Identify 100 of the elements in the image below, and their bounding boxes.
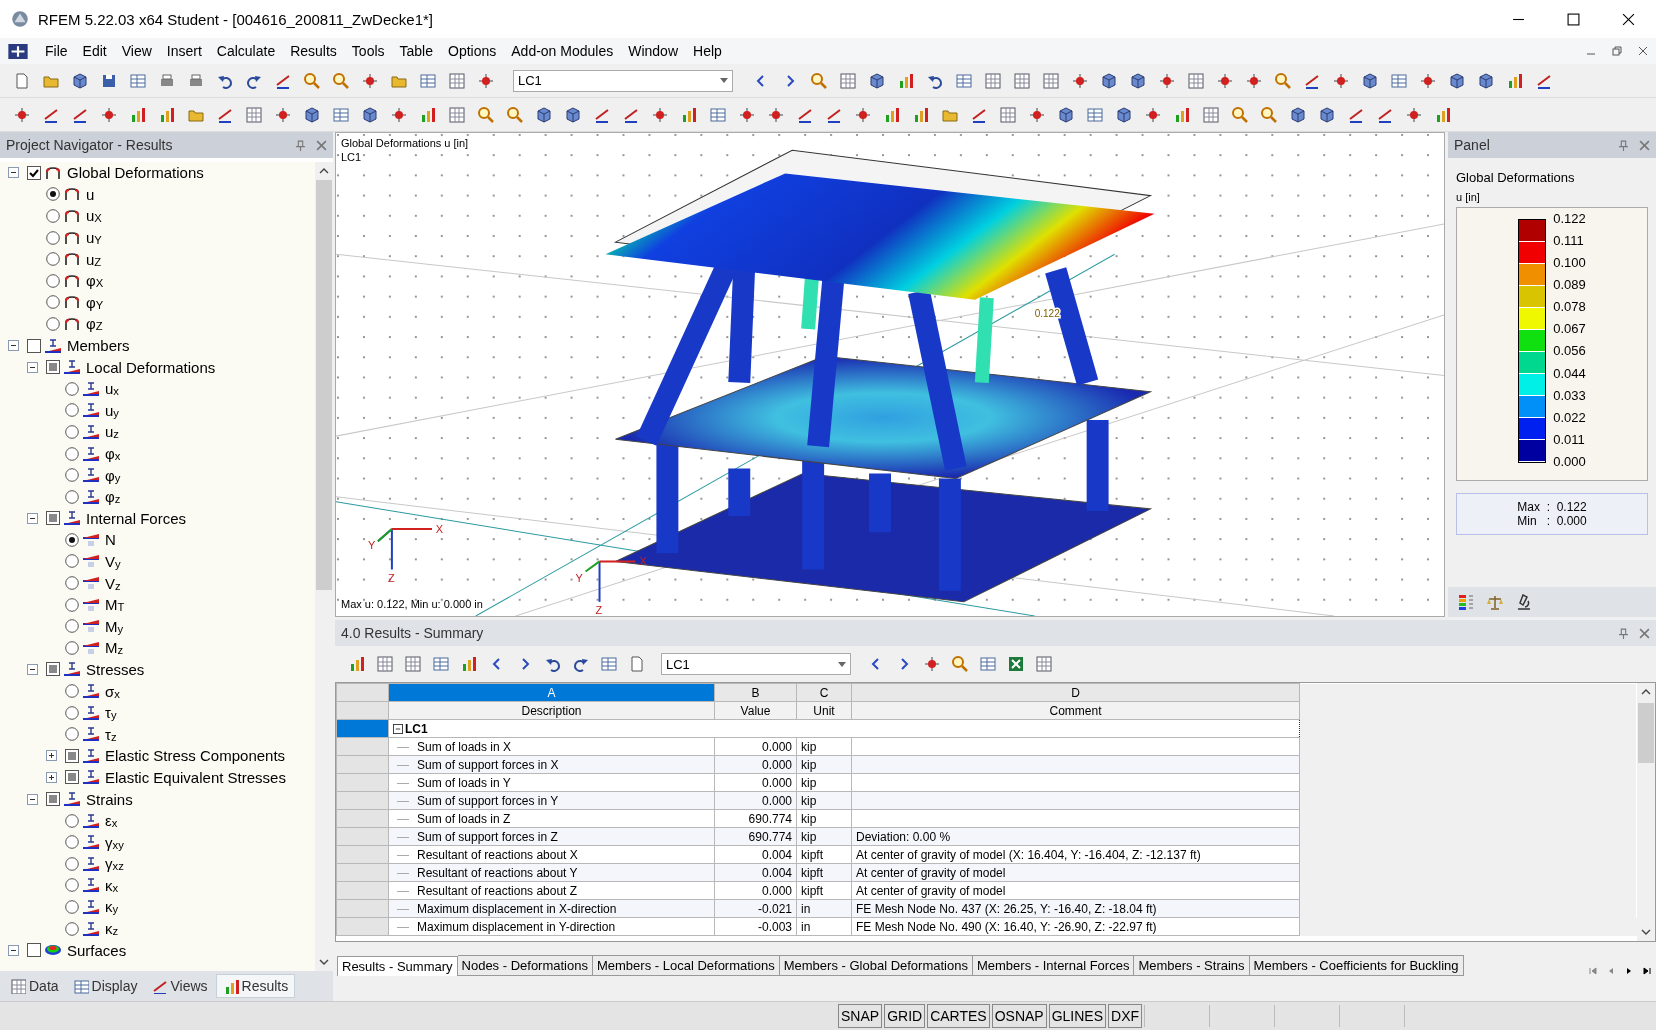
scroll-down-icon[interactable] (1641, 929, 1651, 935)
tree-item[interactable]: τ$_{z}$ (105, 725, 117, 743)
checkbox[interactable] (27, 165, 41, 180)
menu-item[interactable]: Options (441, 43, 505, 59)
expander-icon[interactable] (27, 663, 38, 675)
menu-item[interactable]: Insert (159, 43, 210, 59)
tree-item[interactable]: Stresses (86, 660, 145, 678)
radio-button[interactable] (65, 684, 79, 699)
radio-button[interactable] (65, 576, 79, 591)
menu-item[interactable]: Calculate (209, 43, 284, 59)
column-letter[interactable]: A (388, 683, 715, 702)
sheet-tab[interactable]: Members - Strains (1134, 955, 1250, 976)
expander-icon[interactable] (46, 771, 57, 783)
tree-item[interactable]: Elastic Equivalent Stresses (105, 768, 286, 786)
sheet-tab[interactable]: Members - Global Deformations (779, 955, 973, 976)
tree-item[interactable]: u$_{Y}$ (86, 229, 102, 247)
column-letter[interactable]: C (796, 683, 852, 702)
tree-item[interactable]: φ$_{y}$ (105, 466, 121, 484)
radio-button[interactable] (65, 554, 79, 569)
pin-icon[interactable] (1618, 139, 1629, 151)
scroll-down-icon[interactable] (319, 959, 329, 965)
close-icon[interactable] (1638, 46, 1648, 56)
checkbox[interactable] (27, 943, 41, 958)
tree-item[interactable]: κ$_{z}$ (105, 920, 119, 938)
sheet-tab[interactable]: Results - Summary (337, 956, 458, 976)
navigator-tab[interactable]: Views (145, 975, 214, 997)
tree-item[interactable]: M$_{z}$ (105, 639, 124, 657)
menu-item[interactable]: Help (686, 43, 730, 59)
radio-button[interactable] (65, 424, 79, 439)
tree-item[interactable]: Local Deformations (86, 358, 216, 376)
tree-item[interactable]: σ$_{x}$ (105, 682, 120, 700)
load-case-dropdown[interactable]: LC1 (661, 653, 851, 675)
menu-item[interactable]: Add-on Modules (504, 43, 622, 59)
sheet-tab[interactable]: Members - Coefficients for Buckling (1249, 955, 1464, 976)
menu-item[interactable]: Results (283, 43, 345, 59)
menu-item[interactable]: Window (621, 43, 686, 59)
tree-item[interactable]: Surfaces (67, 941, 127, 959)
checkbox[interactable] (65, 748, 79, 763)
load-case-dropdown[interactable]: LC1 (513, 69, 733, 92)
radio-button[interactable] (65, 878, 79, 893)
status-toggle[interactable]: CARTES (927, 1004, 990, 1028)
column-letter[interactable]: B (714, 683, 797, 702)
status-toggle[interactable]: GLINES (1048, 1004, 1107, 1028)
radio-button[interactable] (46, 316, 60, 331)
status-toggle[interactable]: OSNAP (991, 1004, 1047, 1028)
expander-icon[interactable] (27, 512, 38, 524)
menu-item[interactable]: File (38, 43, 76, 59)
tree-item[interactable]: Strains (86, 790, 133, 808)
tree-item[interactable]: u$_{x}$ (105, 380, 119, 398)
status-toggle[interactable]: SNAP (838, 1004, 883, 1028)
expander-icon[interactable] (8, 944, 19, 956)
status-toggle[interactable]: DXF (1108, 1004, 1143, 1028)
radio-button[interactable] (65, 705, 79, 720)
checkbox[interactable] (46, 662, 60, 677)
tree-item[interactable]: Internal Forces (86, 509, 187, 527)
radio-button[interactable] (65, 640, 79, 655)
tree-item[interactable]: N (105, 531, 116, 549)
tree-item[interactable]: Elastic Stress Components (105, 747, 286, 765)
expander-icon[interactable] (27, 793, 38, 805)
document-menu-icon[interactable] (8, 43, 28, 59)
tree-item[interactable]: u$_{X}$ (86, 207, 102, 225)
menu-item[interactable]: View (114, 43, 160, 59)
radio-button[interactable] (65, 597, 79, 612)
menu-item[interactable]: Tools (344, 43, 393, 59)
tree-item[interactable]: φ$_{X}$ (86, 272, 104, 290)
scrollbar-thumb[interactable] (1638, 703, 1654, 763)
pin-icon[interactable] (295, 139, 306, 151)
navigator-tab[interactable]: Results (215, 974, 296, 998)
scroll-up-icon[interactable] (1641, 689, 1651, 695)
expander-icon[interactable] (8, 340, 19, 352)
tree-item[interactable]: Global Deformations (67, 164, 204, 182)
tree-item[interactable]: φ$_{z}$ (105, 488, 121, 506)
tree-item[interactable]: φ$_{Z}$ (86, 315, 103, 333)
radio-button[interactable] (46, 273, 60, 288)
tree-item[interactable]: M$_{y}$ (105, 617, 124, 635)
expander-icon[interactable] (27, 361, 38, 373)
radio-button[interactable] (65, 446, 79, 461)
menu-item[interactable]: Edit (75, 43, 115, 59)
radio-button[interactable] (46, 209, 60, 223)
expander-icon[interactable] (46, 750, 57, 762)
radio-button[interactable] (65, 727, 79, 742)
status-toggle[interactable]: GRID (884, 1004, 926, 1028)
tree-item[interactable]: Members (67, 337, 130, 355)
radio-button[interactable] (65, 856, 79, 871)
radio-button[interactable] (65, 835, 79, 850)
radio-button[interactable] (65, 468, 79, 483)
radio-button[interactable] (65, 532, 79, 547)
tree-item[interactable]: ε$_{x}$ (105, 812, 118, 830)
sheet-tab[interactable]: Members - Internal Forces (972, 955, 1135, 976)
tree-item[interactable]: u (86, 185, 95, 203)
tree-item[interactable]: τ$_{y}$ (105, 704, 117, 722)
tree-item[interactable]: u$_{z}$ (105, 423, 119, 441)
tree-item[interactable]: φ$_{x}$ (105, 445, 121, 462)
tree-item[interactable]: M$_{T}$ (105, 596, 125, 614)
tree-item[interactable]: V$_{z}$ (105, 574, 121, 592)
tree-item[interactable]: γ$_{xy}$ (105, 833, 124, 851)
pin-icon[interactable] (1618, 627, 1629, 639)
radio-button[interactable] (65, 900, 79, 914)
radio-button[interactable] (65, 921, 79, 936)
expander-icon[interactable] (8, 167, 19, 179)
